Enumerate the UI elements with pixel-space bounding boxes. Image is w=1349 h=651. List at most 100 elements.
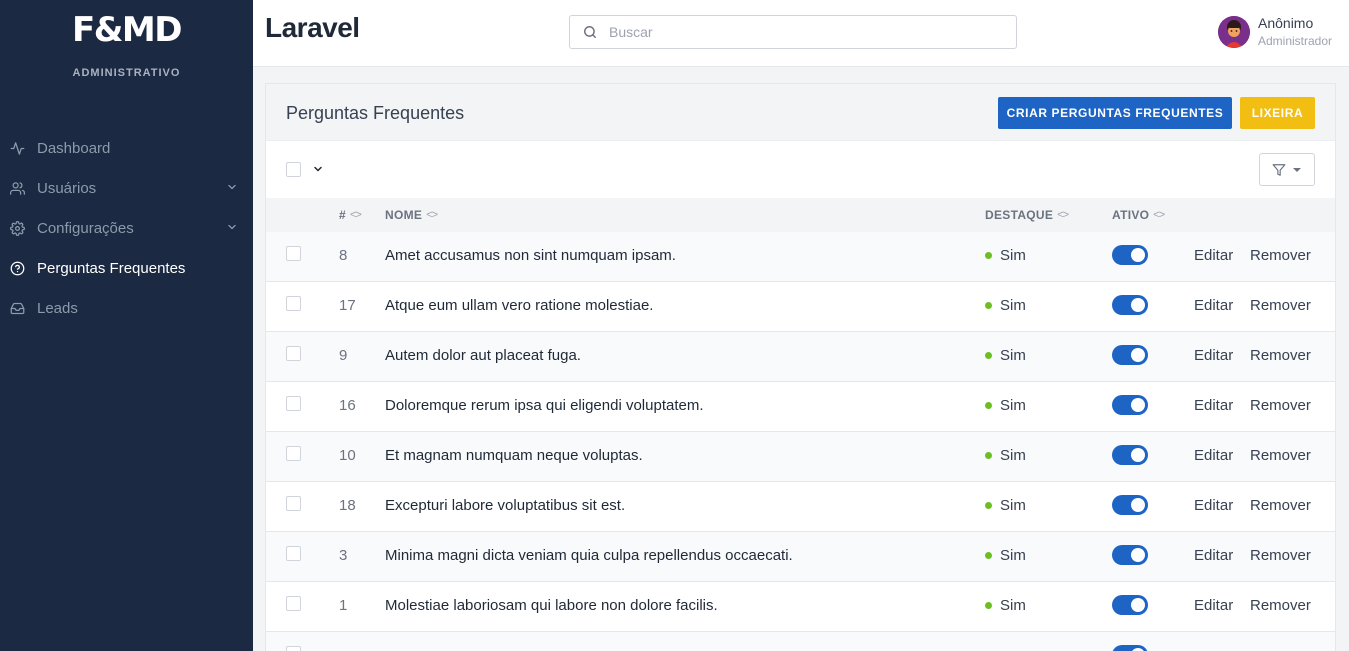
row-checkbox[interactable] (286, 446, 301, 461)
status-dot (985, 402, 992, 409)
sidebar-item-leads[interactable]: Leads (0, 288, 253, 328)
edit-link[interactable]: Editar (1194, 297, 1233, 314)
avatar-image (1218, 16, 1250, 48)
sidebar-item-label: Configurações (37, 219, 134, 237)
row-checkbox[interactable] (286, 246, 301, 261)
edit-link[interactable]: Editar (1194, 547, 1233, 564)
edit-link[interactable]: Editar (1194, 247, 1233, 264)
logo[interactable]: F&MD (0, 10, 253, 50)
row-id: 10 (339, 447, 356, 464)
user-menu[interactable]: Anônimo Administrador (1218, 14, 1332, 50)
row-id: 18 (339, 497, 356, 514)
sidebar-item-users[interactable]: Usuários (0, 168, 253, 208)
row-highlight: Sim (985, 547, 1026, 564)
select-all-checkbox[interactable] (286, 162, 301, 177)
active-toggle[interactable] (1112, 495, 1148, 515)
sidebar-item-label: Perguntas Frequentes (37, 259, 186, 277)
active-toggle[interactable] (1112, 345, 1148, 365)
status-dot (985, 552, 992, 559)
row-id: 17 (339, 297, 356, 314)
row-checkbox[interactable] (286, 546, 301, 561)
edit-link[interactable]: Editar (1194, 447, 1233, 464)
row-checkbox[interactable] (286, 396, 301, 411)
active-toggle[interactable] (1112, 295, 1148, 315)
remove-link[interactable]: Remover (1250, 397, 1311, 414)
remove-link[interactable]: Remover (1250, 497, 1311, 514)
row-highlight: Sim (985, 597, 1026, 614)
active-toggle[interactable] (1112, 245, 1148, 265)
status-dot (985, 502, 992, 509)
sidebar-item-label: Dashboard (37, 139, 111, 157)
row-id: 3 (339, 547, 348, 564)
row-highlight: Sim (985, 247, 1026, 264)
active-toggle[interactable] (1112, 645, 1148, 651)
row-highlight-label: Sim (1000, 247, 1026, 264)
column-header-highlight[interactable]: DESTAQUE <> (985, 208, 1069, 222)
row-checkbox[interactable] (286, 346, 301, 361)
remove-link[interactable]: Remover (1250, 597, 1311, 614)
sidebar-item-settings[interactable]: Configurações (0, 208, 253, 248)
search-icon (584, 26, 596, 38)
row-highlight: Sim (985, 497, 1026, 514)
page-title: Perguntas Frequentes (286, 103, 465, 123)
table-header: # <> NOME <> DESTAQUE <> ATIVO <> (266, 198, 1335, 232)
active-toggle[interactable] (1112, 445, 1148, 465)
table-row-partial (266, 632, 1335, 651)
sort-icon: <> (349, 209, 362, 221)
sidebar-item-faq[interactable]: Perguntas Frequentes (0, 248, 253, 288)
logo-subtitle: ADMINISTRATIVO (72, 67, 181, 79)
chevron-down-icon (228, 184, 236, 190)
sort-icon: <> (1057, 209, 1069, 221)
column-header-id[interactable]: # <> (339, 208, 362, 222)
table-row: 17 Atque eum ullam vero ratione molestia… (266, 282, 1335, 332)
table-row: 10 Et magnam numquam neque voluptas. Sim… (266, 432, 1335, 482)
active-toggle[interactable] (1112, 545, 1148, 565)
filter-button[interactable] (1259, 153, 1315, 186)
trash-button[interactable]: LIXEIRA (1240, 97, 1315, 129)
sidebar-item-label: Leads (37, 299, 78, 317)
edit-link[interactable]: Editar (1194, 497, 1233, 514)
edit-link[interactable]: Editar (1194, 347, 1233, 364)
row-highlight-label: Sim (1000, 547, 1026, 564)
column-header-active[interactable]: ATIVO <> (1112, 208, 1165, 222)
row-checkbox[interactable] (286, 646, 301, 651)
row-name: Amet accusamus non sint numquam ipsam. (385, 247, 676, 264)
edit-link[interactable]: Editar (1194, 397, 1233, 414)
row-checkbox[interactable] (286, 596, 301, 611)
remove-link[interactable]: Remover (1250, 447, 1311, 464)
edit-link[interactable]: Editar (1194, 597, 1233, 614)
row-name: Atque eum ullam vero ratione molestiae. (385, 297, 654, 314)
status-dot (985, 602, 992, 609)
column-header-label: # (339, 208, 346, 222)
active-toggle[interactable] (1112, 395, 1148, 415)
column-header-name[interactable]: NOME <> (385, 208, 438, 222)
inbox-icon (9, 300, 25, 316)
app-title: Laravel (265, 12, 360, 43)
row-highlight: Sim (985, 397, 1026, 414)
remove-link[interactable]: Remover (1250, 297, 1311, 314)
gear-icon (9, 220, 25, 236)
table-row: 1 Molestiae laboriosam qui labore non do… (266, 582, 1335, 632)
row-checkbox[interactable] (286, 496, 301, 511)
chevron-down-icon[interactable] (312, 163, 324, 175)
remove-link[interactable]: Remover (1250, 547, 1311, 564)
status-dot (985, 252, 992, 259)
table-row: 9 Autem dolor aut placeat fuga. Sim Edit… (266, 332, 1335, 382)
sidebar-item-dashboard[interactable]: Dashboard (0, 128, 253, 168)
row-checkbox[interactable] (286, 296, 301, 311)
create-faq-button[interactable]: CRIAR PERGUNTAS FREQUENTES (998, 97, 1232, 129)
search-input[interactable] (609, 24, 989, 40)
remove-link[interactable]: Remover (1250, 347, 1311, 364)
table-toolbar (266, 141, 1335, 198)
caret-down-icon (1293, 167, 1301, 172)
remove-link[interactable]: Remover (1250, 247, 1311, 264)
row-highlight: Sim (985, 347, 1026, 364)
active-toggle[interactable] (1112, 595, 1148, 615)
avatar[interactable] (1218, 16, 1250, 48)
card-header: Perguntas Frequentes CRIAR PERGUNTAS FRE… (266, 84, 1335, 141)
search-box[interactable] (569, 15, 1017, 49)
sidebar-item-label: Usuários (37, 179, 97, 197)
user-role: Administrador (1258, 34, 1333, 48)
row-name: Excepturi labore voluptatibus sit est. (385, 497, 626, 514)
table-row: 16 Doloremque rerum ipsa qui eligendi vo… (266, 382, 1335, 432)
